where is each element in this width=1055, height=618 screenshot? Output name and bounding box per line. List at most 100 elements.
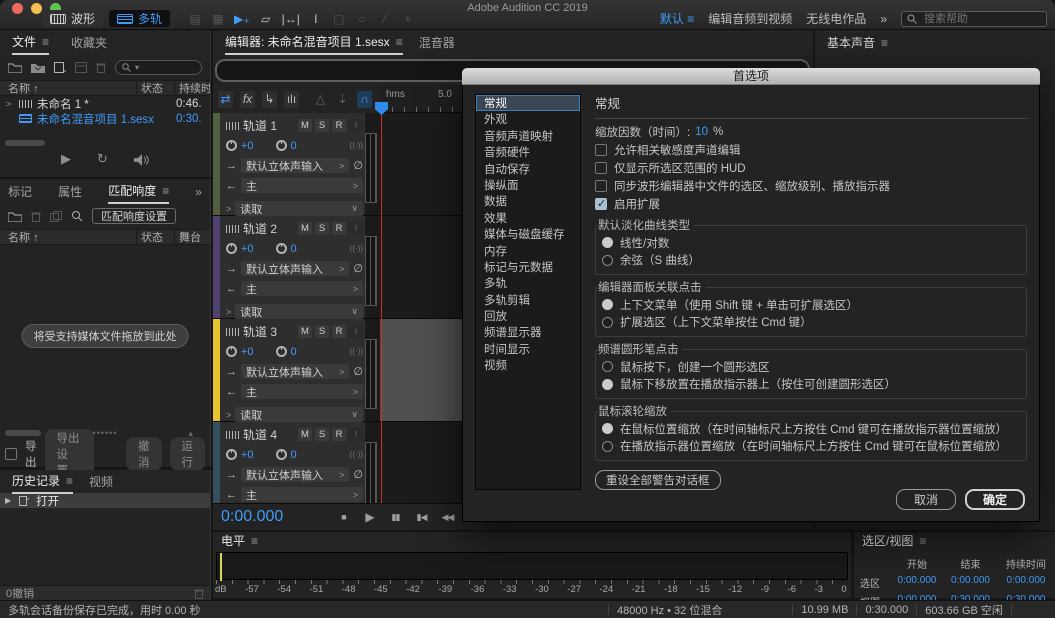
- pan-value[interactable]: 0: [291, 140, 297, 152]
- workspace-edit-audio-to-video[interactable]: 编辑音频到视频: [708, 10, 792, 27]
- checkbox[interactable]: [595, 180, 607, 192]
- tab-history[interactable]: 历史记录≡: [12, 469, 73, 494]
- razor-tool-icon[interactable]: ▱: [259, 12, 273, 26]
- preferences-category[interactable]: 视频: [476, 357, 580, 373]
- tab-editor[interactable]: 编辑器: 未命名混音项目 1.sesx≡: [225, 30, 403, 55]
- selection-duration[interactable]: 0:00.000: [997, 575, 1055, 590]
- volume-knob[interactable]: [226, 346, 237, 357]
- monitor-input-button[interactable]: I: [349, 428, 363, 441]
- clip-effects-icon[interactable]: fx: [240, 91, 255, 108]
- speaker-icon[interactable]: [134, 154, 149, 167]
- zoom-factor-value[interactable]: 10: [695, 126, 708, 138]
- panel-resize-dots-icon[interactable]: ••••••: [93, 428, 118, 438]
- pan-knob[interactable]: [276, 346, 287, 357]
- reset-warnings-button[interactable]: 重设全部警告对话框: [595, 470, 721, 490]
- mute-button[interactable]: M: [298, 222, 312, 235]
- files-search-box[interactable]: ▾: [115, 60, 202, 75]
- slip-tool-icon[interactable]: |↔|: [282, 12, 300, 26]
- time-selection-tool-icon[interactable]: I: [309, 12, 323, 26]
- import-file-icon[interactable]: [31, 62, 45, 73]
- radio-button[interactable]: [602, 317, 613, 328]
- phase-invert-icon[interactable]: ∅: [353, 365, 363, 378]
- time-display[interactable]: 0:00.000: [221, 508, 331, 526]
- radio-button[interactable]: [602, 237, 613, 248]
- track-output-select[interactable]: 主>: [241, 178, 363, 193]
- volume-knob[interactable]: [226, 243, 237, 254]
- preferences-category[interactable]: 频谱显示器: [476, 324, 580, 340]
- track-input-select[interactable]: 默认立体声输入>: [241, 158, 349, 173]
- preferences-category[interactable]: 内存: [476, 243, 580, 259]
- track-color-strip[interactable]: [213, 422, 220, 503]
- files-column-headers[interactable]: 名称 ↑ 状态 持续时: [0, 80, 210, 96]
- ok-button[interactable]: 确定: [965, 489, 1025, 510]
- panel-menu-icon[interactable]: ≡: [919, 532, 926, 550]
- loop-playback-icon[interactable]: ↻: [97, 151, 108, 167]
- track-output-select[interactable]: 主>: [241, 281, 363, 296]
- workspace-overflow-chevron[interactable]: »: [880, 12, 887, 26]
- rewind-button[interactable]: ◀◀: [437, 509, 458, 525]
- disclosure-icon[interactable]: >: [6, 99, 14, 109]
- phase-invert-icon[interactable]: ∅: [353, 262, 363, 275]
- radio-button[interactable]: [602, 379, 613, 390]
- track-name[interactable]: 轨道 4: [243, 426, 277, 443]
- tab-files[interactable]: 文件≡: [12, 30, 49, 55]
- horizontal-scrollbar[interactable]: [5, 430, 41, 436]
- monitor-input-button[interactable]: I: [349, 222, 363, 235]
- scan-loudness-icon[interactable]: [71, 210, 83, 222]
- tab-overflow-chevron[interactable]: »: [195, 185, 202, 199]
- panel-menu-icon[interactable]: ≡: [42, 30, 49, 54]
- preferences-category[interactable]: 数据: [476, 193, 580, 209]
- help-search-box[interactable]: [901, 11, 1047, 27]
- preferences-category[interactable]: 外观: [476, 111, 580, 127]
- tab-markers[interactable]: 标记: [8, 179, 32, 204]
- automation-mode-select[interactable]: 读取∨: [235, 304, 363, 319]
- track-input-select[interactable]: 默认立体声输入>: [241, 364, 349, 379]
- preferences-category[interactable]: 多轨剪辑: [476, 292, 580, 308]
- automation-mode-select[interactable]: 读取∨: [235, 407, 363, 422]
- help-search-input[interactable]: [922, 12, 1041, 26]
- preferences-category[interactable]: 操纵面: [476, 177, 580, 193]
- preferences-category[interactable]: 回放: [476, 308, 580, 324]
- workspace-radio-production[interactable]: 无线电作品: [806, 10, 866, 27]
- preferences-category[interactable]: 效果: [476, 210, 580, 226]
- volume-knob[interactable]: [226, 140, 237, 151]
- solo-button[interactable]: S: [315, 325, 329, 338]
- arm-record-button[interactable]: R: [332, 325, 346, 338]
- pan-value[interactable]: 0: [291, 243, 297, 255]
- meters-icon[interactable]: ılı: [284, 91, 299, 108]
- track-input-select[interactable]: 默认立体声输入>: [241, 467, 349, 482]
- preferences-category[interactable]: 常规: [476, 95, 580, 111]
- open-file-icon[interactable]: [8, 62, 22, 73]
- dialog-title[interactable]: 首选项: [462, 68, 1040, 85]
- move-tool-icon[interactable]: ▶₊: [234, 12, 250, 26]
- pan-value[interactable]: 0: [291, 346, 297, 358]
- mute-button[interactable]: M: [298, 119, 312, 132]
- preferences-category[interactable]: 时间显示: [476, 341, 580, 357]
- volume-value[interactable]: +0: [241, 346, 254, 358]
- match-loudness-settings-button[interactable]: 匹配响度设置: [92, 208, 176, 224]
- autoscroll-icon[interactable]: ⇣: [335, 91, 350, 108]
- file-row[interactable]: 未命名混音项目 1.sesx 0:30.: [0, 111, 210, 126]
- selection-start[interactable]: 0:00.000: [890, 575, 944, 590]
- preview-play-icon[interactable]: ▶: [61, 151, 71, 167]
- solo-button[interactable]: S: [315, 222, 329, 235]
- waveform-view-button[interactable]: 波形: [42, 10, 103, 27]
- tab-levels[interactable]: 电平≡: [221, 532, 258, 550]
- volume-value[interactable]: +0: [241, 140, 254, 152]
- monitor-input-button[interactable]: I: [349, 325, 363, 338]
- history-entry[interactable]: ▶ 打开: [0, 493, 210, 508]
- automation-mode-select[interactable]: 读取∨: [235, 201, 363, 216]
- pan-value[interactable]: 0: [291, 449, 297, 461]
- radio-button[interactable]: [602, 299, 613, 310]
- volume-value[interactable]: +0: [241, 449, 254, 461]
- track-output-select[interactable]: 主>: [241, 384, 363, 399]
- volume-value[interactable]: +0: [241, 243, 254, 255]
- sends-icon[interactable]: ↳: [262, 91, 277, 108]
- radio-button[interactable]: [602, 423, 613, 434]
- skip-to-start-button[interactable]: ▮◀: [411, 509, 432, 525]
- track-name[interactable]: 轨道 1: [243, 117, 277, 134]
- track-input-select[interactable]: 默认立体声输入>: [241, 261, 349, 276]
- workspace-default[interactable]: 默认 ≡: [660, 10, 694, 27]
- selection-end[interactable]: 0:00.000: [944, 575, 997, 590]
- export-checkbox[interactable]: [5, 448, 17, 460]
